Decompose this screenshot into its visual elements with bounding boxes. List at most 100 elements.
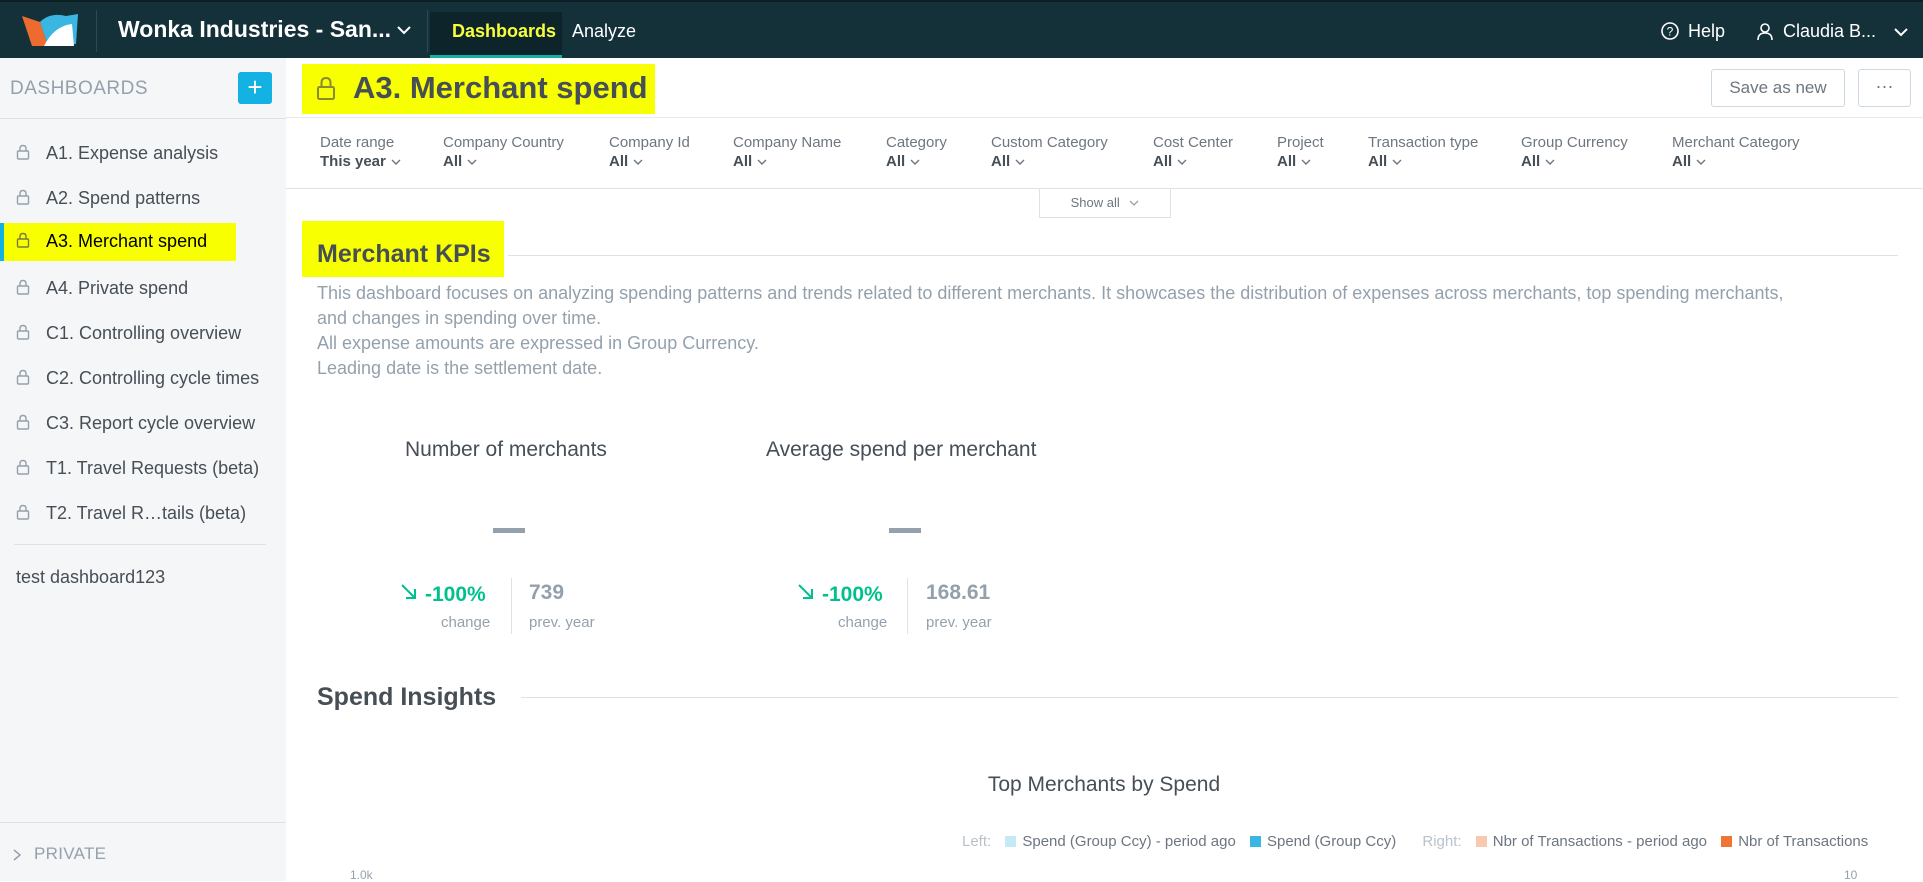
- legend-item[interactable]: Spend (Group Ccy): [1249, 833, 1397, 850]
- sidebar-item-c3[interactable]: C3. Report cycle overview: [0, 403, 286, 443]
- legend-item[interactable]: Spend (Group Ccy) - period ago: [1005, 833, 1236, 850]
- legend-item[interactable]: Nbr of Transactions: [1721, 833, 1868, 850]
- divider: [0, 822, 286, 823]
- divider: [0, 118, 286, 119]
- add-dashboard-button[interactable]: +: [238, 72, 272, 104]
- lock-icon: [16, 279, 30, 295]
- filter-value: All: [1521, 153, 1541, 170]
- topbar-divider: [96, 10, 97, 52]
- chevron-down-icon: [633, 159, 643, 165]
- chevron-down-icon: [1301, 159, 1311, 165]
- sidebar-item-c2[interactable]: C2. Controlling cycle times: [0, 358, 286, 398]
- sidebar-item-t2[interactable]: T2. Travel R…tails (beta): [0, 493, 286, 533]
- legend-item-label: Spend (Group Ccy): [1266, 833, 1397, 850]
- filter-transaction-type[interactable]: Transaction type All: [1368, 134, 1478, 171]
- kpi-change-label: change: [838, 614, 888, 631]
- sidebar-item-test-dashboard[interactable]: test dashboard123: [16, 567, 165, 588]
- help-icon[interactable]: ?: [1660, 21, 1680, 41]
- lock-icon: [16, 144, 30, 160]
- chevron-down-icon: [1177, 159, 1187, 165]
- lock-icon: [16, 232, 30, 248]
- show-all-filters-button[interactable]: Show all: [1039, 189, 1171, 218]
- chevron-right-icon[interactable]: [12, 848, 22, 861]
- chevron-down-icon[interactable]: [1893, 24, 1909, 40]
- chevron-down-icon: [467, 159, 477, 165]
- legend-left-label: Left:: [962, 833, 992, 850]
- tab-dashboards[interactable]: Dashboards: [430, 12, 562, 58]
- filter-label: Transaction type: [1368, 134, 1479, 151]
- legend-item-label: Spend (Group Ccy) - period ago: [1022, 833, 1236, 850]
- sidebar-item-a2[interactable]: A2. Spend patterns: [0, 178, 286, 218]
- filter-label: Company Id: [609, 134, 690, 151]
- kpi-prev-value: 739: [529, 581, 565, 604]
- filter-category[interactable]: Category All: [886, 134, 947, 171]
- filter-cost-center[interactable]: Cost Center All: [1153, 134, 1233, 171]
- lock-icon: [16, 459, 30, 475]
- filter-project[interactable]: Project All: [1277, 134, 1324, 171]
- legend-item-label: Nbr of Transactions: [1738, 833, 1869, 850]
- legend-swatch: [1475, 836, 1487, 847]
- filter-label: Project: [1277, 134, 1324, 151]
- legend-right-label: Right:: [1422, 833, 1462, 850]
- legend-swatch: [1721, 836, 1733, 847]
- section-rule: [508, 255, 1898, 256]
- active-indicator: [0, 223, 4, 261]
- kpi-label-number-of-merchants: Number of merchants: [405, 438, 607, 461]
- description-line: Leading date is the settlement date.: [317, 358, 603, 378]
- filter-merchant-category[interactable]: Merchant Category All: [1672, 134, 1800, 171]
- chevron-down-icon[interactable]: [396, 22, 412, 38]
- app-logo-icon[interactable]: [14, 10, 92, 50]
- section-title-merchant-kpis: Merchant KPIs: [317, 240, 491, 268]
- kpi-value-empty: [889, 528, 921, 533]
- filter-value: All: [443, 153, 463, 170]
- filter-custom-category[interactable]: Custom Category All: [991, 134, 1108, 171]
- sidebar-item-label: A2. Spend patterns: [46, 188, 201, 208]
- lock-icon: [16, 369, 30, 385]
- filter-company-name[interactable]: Company Name All: [733, 134, 841, 171]
- filter-group-currency[interactable]: Group Currency All: [1521, 134, 1628, 171]
- help-link[interactable]: Help: [1688, 21, 1725, 42]
- filter-company-id[interactable]: Company Id All: [609, 134, 690, 171]
- sidebar-item-label: A4. Private spend: [46, 278, 189, 298]
- more-options-button[interactable]: ···: [1858, 69, 1911, 107]
- legend-swatch: [1249, 836, 1261, 847]
- top-navigation-bar: Wonka Industries - San... Dashboards Ana…: [0, 0, 1923, 58]
- filter-company-country[interactable]: Company Country All: [443, 134, 564, 171]
- sidebar-item-c1[interactable]: C1. Controlling overview: [0, 313, 286, 353]
- chevron-down-icon: [1696, 159, 1706, 165]
- sidebar-item-a4[interactable]: A4. Private spend: [0, 268, 286, 308]
- tab-analyze[interactable]: Analyze: [572, 21, 636, 42]
- divider: [511, 578, 512, 634]
- filter-label: Cost Center: [1153, 134, 1234, 151]
- section-rule: [521, 697, 1898, 698]
- kpi-prev-label: prev. year: [926, 614, 992, 631]
- sidebar-item-t1[interactable]: T1. Travel Requests (beta): [0, 448, 286, 488]
- private-section-toggle[interactable]: PRIVATE: [34, 844, 106, 864]
- lock-icon: [16, 504, 30, 520]
- chevron-down-icon: [1545, 159, 1555, 165]
- chart-legend: Left: Spend (Group Ccy) - period ago Spe…: [962, 833, 1868, 850]
- sidebar-title: DASHBOARDS: [10, 78, 149, 99]
- sidebar: DASHBOARDS + A1. Expense analysis A2. Sp…: [0, 58, 286, 881]
- sidebar-item-a3[interactable]: A3. Merchant spend: [0, 221, 286, 261]
- sidebar-item-a1[interactable]: A1. Expense analysis: [0, 133, 286, 173]
- section-title-spend-insights: Spend Insights: [317, 683, 497, 711]
- legend-swatch: [1005, 836, 1017, 847]
- filter-date-range[interactable]: Date range This year: [320, 134, 401, 171]
- lock-icon: [16, 414, 30, 430]
- trend-down-arrow-icon: [399, 582, 419, 602]
- filter-value: All: [1672, 153, 1692, 170]
- divider: [14, 544, 266, 545]
- chevron-down-icon: [391, 159, 401, 165]
- left-axis-tick: 1.0k: [350, 868, 373, 882]
- filter-label: Company Country: [443, 134, 564, 151]
- user-menu[interactable]: Claudia B...: [1783, 21, 1876, 42]
- filter-value: All: [991, 153, 1011, 170]
- user-icon[interactable]: [1755, 21, 1775, 41]
- sidebar-item-label: C2. Controlling cycle times: [46, 368, 260, 388]
- workspace-name[interactable]: Wonka Industries - San...: [118, 16, 391, 43]
- legend-item[interactable]: Nbr of Transactions - period ago: [1475, 833, 1707, 850]
- sidebar-item-label: C3. Report cycle overview: [46, 413, 256, 433]
- kpi-prev-value: 168.61: [926, 581, 991, 604]
- save-as-new-button[interactable]: Save as new: [1711, 69, 1845, 107]
